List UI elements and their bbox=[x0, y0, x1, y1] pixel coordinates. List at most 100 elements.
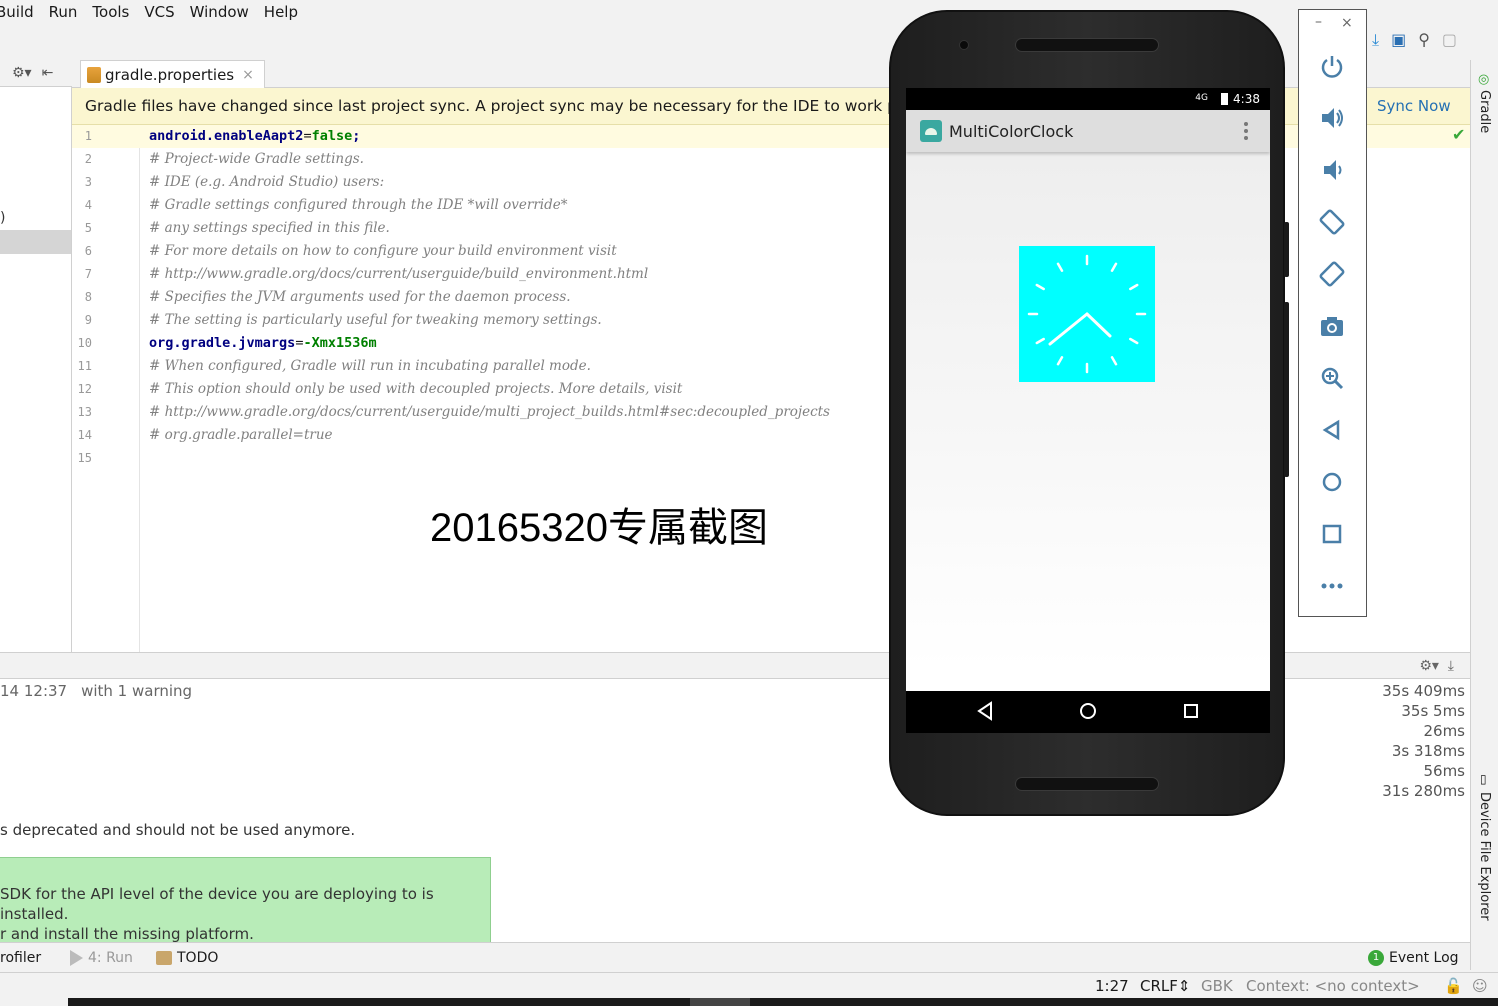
code-text: android.enableAapt2=false; bbox=[149, 128, 360, 144]
menu-help[interactable]: Help bbox=[264, 3, 298, 21]
home-icon[interactable] bbox=[1078, 701, 1098, 725]
build-times: 35s 409ms 35s 5ms 26ms 3s 318ms 56ms 31s… bbox=[1382, 681, 1465, 801]
hour-hand bbox=[1085, 312, 1112, 338]
notification-balloon[interactable]: SDK for the API level of the device you … bbox=[0, 857, 491, 954]
context-indicator[interactable]: Context: <no context> bbox=[1246, 977, 1420, 995]
volume-rocker[interactable] bbox=[1284, 302, 1289, 477]
zoom-icon[interactable] bbox=[1317, 363, 1347, 393]
build-warning: with 1 warning bbox=[81, 682, 193, 700]
system-status-bar: 4G 4:38 bbox=[906, 88, 1270, 110]
search-icon[interactable]: ⚲ bbox=[1418, 30, 1430, 50]
check-icon: ✔ bbox=[1452, 125, 1466, 144]
menu-bar: Build Run Tools VCS Window Help bbox=[0, 0, 900, 24]
line-number: 3 bbox=[84, 175, 92, 189]
bottom-speaker bbox=[1015, 777, 1159, 791]
app-toolbar: MultiColorClock bbox=[906, 110, 1270, 152]
line-number: 11 bbox=[77, 359, 92, 373]
status-bar: 1:27 CRLF⇕ GBK Context: <no context> 🔓 ☺ bbox=[0, 972, 1498, 998]
line-number: 9 bbox=[84, 313, 92, 327]
more-icon[interactable] bbox=[1317, 571, 1347, 601]
code-text: # org.gradle.parallel=true bbox=[149, 427, 333, 443]
menu-vcs[interactable]: VCS bbox=[144, 3, 174, 21]
top-speaker bbox=[1015, 38, 1159, 52]
line-separator[interactable]: CRLF⇕ bbox=[1140, 977, 1190, 995]
code-text: org.gradle.jvmargs=-Xmx1536m bbox=[149, 335, 377, 351]
rotate-left-icon[interactable] bbox=[1317, 207, 1347, 237]
camera-icon[interactable] bbox=[1317, 311, 1347, 341]
gradle-icon: ◎ bbox=[1478, 72, 1490, 87]
overview-icon[interactable] bbox=[1317, 519, 1347, 549]
tree-selected-row[interactable] bbox=[0, 230, 71, 254]
build-time: 3s 318ms bbox=[1391, 742, 1465, 760]
event-log-button[interactable]: 1 Event Log bbox=[1368, 950, 1459, 966]
build-time: 56ms bbox=[1423, 762, 1465, 780]
app-title: MultiColorClock bbox=[949, 122, 1074, 141]
profiler-tool-button[interactable]: rofiler bbox=[0, 950, 41, 966]
clock-tick bbox=[1035, 283, 1045, 291]
cursor-position[interactable]: 1:27 bbox=[1095, 977, 1129, 995]
android-nav-bar bbox=[906, 691, 1270, 733]
balloon-line: SDK for the API level of the device you … bbox=[0, 885, 434, 923]
properties-file-icon bbox=[87, 67, 101, 83]
deprecation-message: s deprecated and should not be used anym… bbox=[0, 821, 356, 839]
file-encoding[interactable]: GBK bbox=[1201, 977, 1233, 995]
device-screen[interactable]: 4G 4:38 MultiColorClock bbox=[906, 88, 1270, 733]
project-structure-icon[interactable]: ▣ bbox=[1391, 30, 1406, 50]
gear-icon[interactable]: ⚙▾ bbox=[12, 65, 32, 81]
rotate-right-icon[interactable] bbox=[1317, 259, 1347, 289]
line-number: 2 bbox=[84, 152, 92, 166]
user-icon[interactable]: ▢ bbox=[1442, 30, 1457, 50]
power-icon[interactable] bbox=[1317, 51, 1347, 81]
back-icon[interactable] bbox=[1317, 415, 1347, 445]
settings-icon[interactable]: ⚙▾ ⤓ bbox=[1419, 658, 1454, 674]
taskbar-active-item[interactable] bbox=[690, 998, 750, 1006]
code-token: ; bbox=[352, 128, 361, 144]
menu-build[interactable]: Build bbox=[0, 3, 34, 21]
gradle-tool-button[interactable]: Gradle bbox=[1477, 90, 1492, 133]
clock-tick bbox=[1110, 356, 1118, 366]
clock-tick bbox=[1056, 262, 1064, 272]
volume-down-icon[interactable] bbox=[1317, 155, 1347, 185]
code-text: # For more details on how to configure y… bbox=[149, 243, 617, 259]
status-time: 4:38 bbox=[1233, 92, 1260, 106]
notification-message: Gradle files have changed since last pro… bbox=[85, 97, 955, 115]
code-text: # When configured, Gradle will run in in… bbox=[149, 358, 591, 374]
back-icon[interactable] bbox=[976, 701, 994, 725]
code-token: = bbox=[303, 128, 312, 144]
power-button[interactable] bbox=[1284, 222, 1289, 277]
overflow-menu-icon[interactable] bbox=[1244, 122, 1248, 140]
tree-fragment: ) bbox=[0, 210, 6, 226]
menu-run[interactable]: Run bbox=[49, 3, 78, 21]
build-time: 35s 5ms bbox=[1401, 702, 1465, 720]
code-token: -Xmx1536m bbox=[303, 335, 377, 351]
clock-tick bbox=[1110, 262, 1118, 272]
toolbar-icons: ⤓ ▣ ⚲ ▢ bbox=[1372, 30, 1457, 50]
close-button[interactable]: × bbox=[1341, 15, 1353, 31]
line-number: 8 bbox=[84, 290, 92, 304]
line-separator-label: CRLF bbox=[1140, 977, 1178, 995]
minimize-button[interactable]: – bbox=[1315, 14, 1322, 30]
os-taskbar bbox=[68, 998, 1498, 1006]
todo-label: TODO bbox=[177, 950, 219, 966]
device-file-explorer-button[interactable]: Device File Explorer bbox=[1477, 792, 1492, 921]
clock-face bbox=[1027, 254, 1147, 374]
menu-tools[interactable]: Tools bbox=[92, 3, 129, 21]
lock-icon[interactable]: 🔓 bbox=[1444, 977, 1463, 995]
clock-tick bbox=[1129, 283, 1139, 291]
volume-up-icon[interactable] bbox=[1317, 103, 1347, 133]
code-text: # IDE (e.g. Android Studio) users: bbox=[149, 174, 385, 190]
clock-tick bbox=[1035, 337, 1045, 345]
download-icon[interactable]: ⤓ bbox=[1372, 30, 1379, 50]
build-summary-line: 14 12:37 with 1 warning bbox=[0, 682, 192, 700]
menu-window[interactable]: Window bbox=[190, 3, 249, 21]
collapse-icon[interactable]: ⇤ bbox=[42, 65, 54, 81]
run-tool-button[interactable]: 4: Run bbox=[70, 950, 133, 966]
tool-window-bar: rofiler 4: Run TODO 1 Event Log bbox=[0, 942, 1470, 972]
close-icon[interactable]: × bbox=[242, 67, 254, 83]
tab-gradle-properties[interactable]: gradle.properties × bbox=[80, 60, 265, 89]
todo-tool-button[interactable]: TODO bbox=[156, 950, 218, 966]
inspector-icon[interactable]: ☺ bbox=[1472, 977, 1488, 995]
home-icon[interactable] bbox=[1317, 467, 1347, 497]
recents-icon[interactable] bbox=[1182, 701, 1200, 725]
sync-now-link[interactable]: Sync Now bbox=[1377, 97, 1451, 115]
